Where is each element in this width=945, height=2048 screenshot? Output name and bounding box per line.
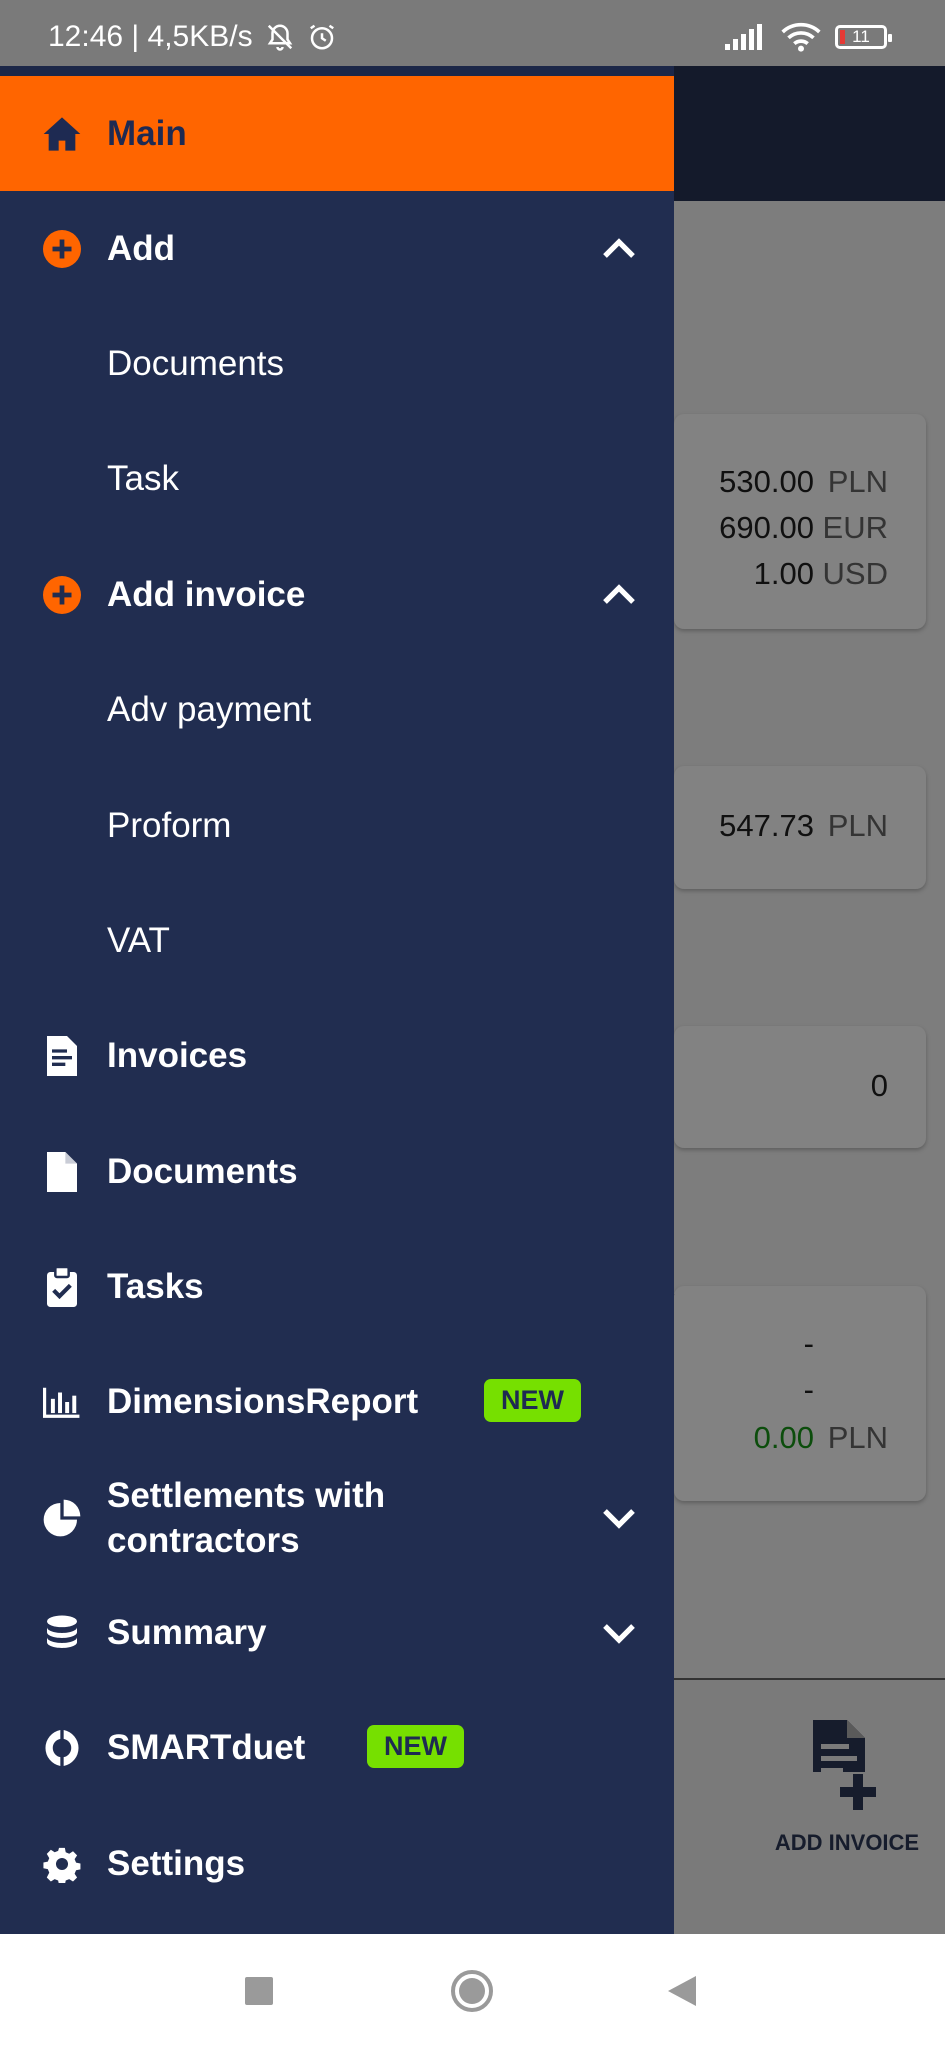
summary-card[interactable]: - - 0.00 PLN	[674, 1286, 926, 1501]
system-navigation-bar	[0, 1934, 945, 2048]
count-card[interactable]: 0	[674, 1026, 926, 1148]
currency-label: PLN	[827, 464, 888, 499]
menu-item-invoices[interactable]: Invoices	[0, 998, 674, 1113]
back-button[interactable]	[666, 1974, 698, 2008]
menu-label: Settlements with contractors	[107, 1473, 385, 1563]
dash-value: -	[803, 1372, 814, 1407]
menu-item-documents[interactable]: Documents	[0, 1114, 674, 1229]
balance-card[interactable]: 530.00 PLN 690.00 EUR 1.00 USD	[674, 414, 926, 629]
navigation-drawer: Main Add Documents Task Add invoice Adv …	[0, 66, 674, 1934]
menu-item-main[interactable]: Main	[0, 76, 674, 191]
currency-label: PLN	[827, 808, 888, 843]
count-value: 0	[870, 1068, 888, 1103]
menu-item-add-invoice[interactable]: Add invoice	[0, 537, 674, 652]
menu-label: Task	[107, 458, 179, 498]
currency-label: EUR	[822, 510, 888, 545]
chevron-down-icon[interactable]	[598, 1612, 640, 1654]
menu-label: Documents	[107, 343, 285, 383]
menu-item-tasks[interactable]: Tasks	[0, 1229, 674, 1344]
menu-item-summary[interactable]: Summary	[0, 1575, 674, 1690]
new-badge: NEW	[367, 1725, 464, 1768]
drawer-top-strip	[0, 66, 674, 76]
menu-label: Add	[107, 228, 176, 268]
amount-value: 0.00	[753, 1420, 814, 1455]
status-bar: 12:46 | 4,5KB/s 11	[0, 0, 945, 66]
amount-card[interactable]: 547.73 PLN	[674, 766, 926, 889]
alarm-icon	[309, 24, 334, 50]
smartduet-logo-icon	[42, 1728, 82, 1768]
amount-value: 530.00	[719, 464, 814, 499]
menu-label: Tasks	[107, 1266, 204, 1306]
submenu-item-adv-payment[interactable]: Adv payment	[0, 652, 674, 767]
battery-icon: 11	[835, 25, 892, 49]
recent-apps-button[interactable]	[244, 1976, 274, 2006]
menu-label-line2: contractors	[107, 1520, 300, 1560]
plus-circle-icon	[42, 575, 82, 615]
home-button[interactable]	[450, 1969, 494, 2013]
menu-item-dimensions-report[interactable]: DimensionsReport NEW	[0, 1344, 674, 1459]
currency-label: PLN	[827, 1420, 888, 1455]
menu-label: Documents	[107, 1151, 298, 1191]
amount-value: 690.00	[719, 510, 814, 545]
chevron-up-icon[interactable]	[598, 228, 640, 270]
status-right: 11	[725, 22, 892, 52]
amount-value: 1.00	[753, 556, 814, 591]
menu-item-add[interactable]: Add	[0, 191, 674, 306]
submenu-item-add-task[interactable]: Task	[0, 421, 674, 536]
signal-icon	[725, 24, 762, 50]
chevron-up-icon[interactable]	[598, 574, 640, 616]
menu-label: VAT	[107, 920, 170, 960]
menu-label: Settings	[107, 1843, 246, 1883]
menu-label-line1: Settlements with	[107, 1475, 386, 1515]
bottom-bar: ADD INVOICE	[674, 1678, 945, 1936]
wifi-icon	[781, 22, 821, 52]
coins-icon	[42, 1613, 82, 1653]
chevron-down-icon[interactable]	[598, 1497, 640, 1539]
bar-chart-icon	[42, 1382, 82, 1422]
app-header	[674, 66, 945, 201]
clipboard-check-icon	[42, 1266, 82, 1307]
currency-label: USD	[822, 556, 888, 591]
add-invoice-label: ADD INVOICE	[774, 1830, 920, 1855]
invoice-icon	[42, 1035, 82, 1076]
submenu-item-add-documents[interactable]: Documents	[0, 306, 674, 421]
status-left: 12:46 | 4,5KB/s	[48, 20, 337, 54]
menu-item-settlements[interactable]: Settlements with contractors	[0, 1460, 674, 1575]
menu-item-smartduet[interactable]: SMARTduet NEW	[0, 1690, 674, 1805]
menu-label: DimensionsReport	[107, 1381, 419, 1421]
gear-icon	[42, 1844, 82, 1884]
submenu-item-proform[interactable]: Proform	[0, 768, 674, 883]
menu-label: Proform	[107, 805, 232, 845]
new-badge: NEW	[484, 1379, 581, 1422]
home-icon	[42, 114, 82, 154]
plus-circle-icon	[42, 229, 82, 269]
bell-off-icon	[267, 24, 292, 51]
document-icon	[42, 1151, 82, 1192]
menu-label: Add invoice	[107, 574, 306, 614]
menu-item-settings[interactable]: Settings	[0, 1806, 674, 1921]
menu-label: Main	[107, 113, 187, 153]
menu-label: Adv payment	[107, 689, 312, 729]
add-invoice-button[interactable]: ADD INVOICE	[772, 1716, 922, 1857]
menu-label: Summary	[107, 1612, 267, 1652]
dash-value: -	[803, 1326, 814, 1361]
add-invoice-icon	[813, 1720, 876, 1810]
status-time: 12:46 | 4,5KB/s	[48, 20, 253, 53]
submenu-item-vat[interactable]: VAT	[0, 883, 674, 998]
battery-level: 11	[852, 27, 870, 46]
menu-label: SMARTduet	[107, 1727, 306, 1767]
amount-value: 547.73	[719, 808, 814, 843]
menu-label: Invoices	[107, 1035, 248, 1075]
pie-chart-icon	[42, 1498, 82, 1538]
